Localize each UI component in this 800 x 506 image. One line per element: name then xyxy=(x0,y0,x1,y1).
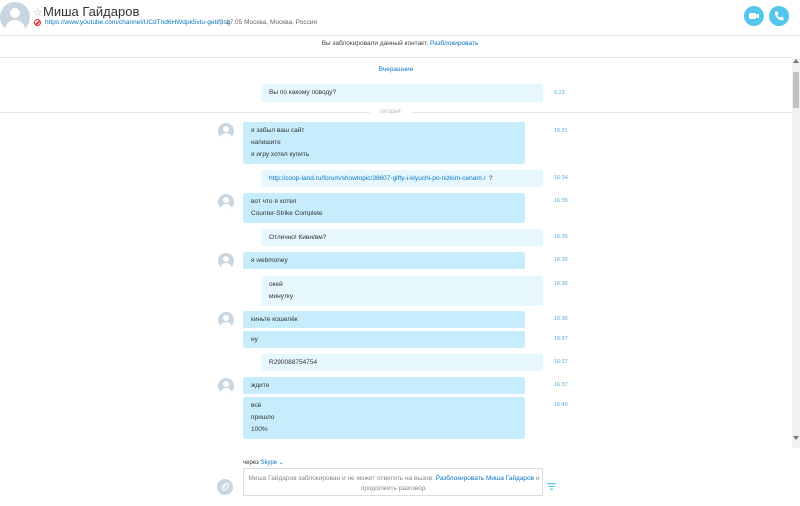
message-bubble-incoming[interactable]: я webmoney xyxy=(243,252,525,269)
sender-avatar[interactable] xyxy=(218,312,234,328)
message-text: пришло xyxy=(251,414,275,421)
call-via-selector[interactable]: через Skype ⌄ xyxy=(243,459,284,466)
message-text: окей xyxy=(269,281,283,288)
sender-avatar[interactable] xyxy=(218,123,234,139)
yesterday-messages-link[interactable]: Вчерашние xyxy=(0,66,792,73)
video-camera-icon xyxy=(749,13,759,19)
message-time: 16:40 xyxy=(554,402,568,408)
sender-avatar[interactable] xyxy=(218,194,234,210)
chat-header: ☆ Миша Гайдаров https://www.youtube.com/… xyxy=(0,0,800,36)
via-skype-link[interactable]: Skype xyxy=(260,460,277,466)
message-text: минутку xyxy=(269,293,294,300)
message-time: 16:35 xyxy=(554,257,568,263)
notice-divider xyxy=(0,57,792,58)
message-text: вот что я хотел xyxy=(251,198,297,205)
message-time: 16:37 xyxy=(554,336,568,342)
favorite-star-icon[interactable]: ☆ xyxy=(33,6,43,19)
message-bubble-outgoing[interactable]: окей минутку xyxy=(261,276,543,306)
mood-message-link[interactable]: https://www.youtube.com/channel/UCdTnd6H… xyxy=(45,19,230,26)
contact-avatar[interactable] xyxy=(0,2,30,32)
sender-avatar[interactable] xyxy=(218,253,234,269)
message-time: 16:31 xyxy=(554,128,568,134)
audio-call-button[interactable] xyxy=(769,6,789,26)
today-divider-label: сегодня xyxy=(376,109,404,115)
message-bubble-incoming[interactable]: вот что я хотел Counter-Strike Complete xyxy=(243,193,525,223)
message-text: R290088754754 xyxy=(269,359,318,366)
unblock-contact-link[interactable]: Разблокировать Миша Гайдаров xyxy=(436,475,534,482)
message-text: ? xyxy=(489,175,493,182)
blocked-notice: Вы заблокировали данный контакт. Разблок… xyxy=(0,40,800,47)
chat-scrollbar[interactable] xyxy=(792,58,800,448)
message-text: ждите xyxy=(251,382,270,389)
message-text: Counter-Strike Complete xyxy=(251,210,323,217)
message-bubble-incoming[interactable]: я забыл ваш сайт напишите я игру хотел к… xyxy=(243,122,525,164)
attach-button[interactable] xyxy=(217,479,233,495)
message-time: 16:35 xyxy=(554,234,568,240)
date-divider-right xyxy=(412,112,792,113)
message-text: всё xyxy=(251,402,262,409)
message-text: Вы по какому поводу? xyxy=(269,89,337,96)
message-text: я игру хотел купить xyxy=(251,151,310,158)
message-text: Отлично! Киви/вм? xyxy=(269,234,327,241)
chevron-down-icon[interactable]: ⌄ xyxy=(279,460,284,466)
message-time: 16:36 xyxy=(554,281,568,287)
contact-name[interactable]: Миша Гайдаров xyxy=(43,4,139,19)
sender-avatar[interactable] xyxy=(218,378,234,394)
mood-separator: | xyxy=(220,19,222,26)
unblock-link[interactable]: Разблокировать xyxy=(430,40,478,47)
message-text: я забыл ваш сайт xyxy=(251,127,305,134)
local-time-location: 17:05 Москва, Москва, Россия xyxy=(226,19,317,26)
message-bubble-incoming[interactable]: всё пришло 100% xyxy=(243,397,525,439)
message-bubble-outgoing[interactable]: Вы по какому поводу? xyxy=(261,84,543,102)
message-input[interactable]: Миша Гайдаров заблокирован и не может от… xyxy=(243,468,543,496)
scroll-up-arrow-icon[interactable] xyxy=(793,59,799,63)
message-bubble-incoming[interactable]: ну xyxy=(243,331,525,348)
date-divider-left xyxy=(0,112,370,113)
blocked-notice-text: Вы заблокировали данный контакт. xyxy=(321,40,429,47)
blocked-status-icon xyxy=(34,19,41,26)
scroll-thumb[interactable] xyxy=(793,72,799,108)
message-bubble-incoming[interactable]: киньте кошелёк xyxy=(243,311,525,328)
blocked-input-text: Миша Гайдаров заблокирован и не может от… xyxy=(248,475,434,482)
message-bubble-outgoing[interactable]: R290088754754 xyxy=(261,354,543,371)
message-text: киньте кошелёк xyxy=(251,316,298,323)
paperclip-icon xyxy=(221,482,230,491)
phone-icon xyxy=(774,11,784,21)
message-time: 16:37 xyxy=(554,359,568,365)
message-bubble-incoming[interactable]: ждите xyxy=(243,377,525,394)
message-text: напишите xyxy=(251,139,281,146)
message-time: 16:35 xyxy=(554,198,568,204)
message-text: http://coop-land.ru/forum/showtopic/3860… xyxy=(269,173,535,185)
filter-options-icon[interactable] xyxy=(547,483,556,490)
message-link[interactable]: http://coop-land.ru/forum/showtopic/3860… xyxy=(269,175,485,182)
message-text: 100% xyxy=(251,426,268,433)
message-text: ну xyxy=(251,336,258,343)
message-time: 16:37 xyxy=(554,382,568,388)
message-text: я webmoney xyxy=(251,257,288,264)
scroll-down-arrow-icon[interactable] xyxy=(793,436,799,440)
message-time: 6:23 xyxy=(554,90,565,96)
blocked-input-message: Миша Гайдаров заблокирован и не может от… xyxy=(244,474,544,494)
message-time: 16:34 xyxy=(554,175,568,181)
message-bubble-outgoing[interactable]: Отлично! Киви/вм? xyxy=(261,229,543,246)
message-bubble-outgoing[interactable]: http://coop-land.ru/forum/showtopic/3860… xyxy=(261,170,543,187)
video-call-button[interactable] xyxy=(744,6,764,26)
message-time: 16:36 xyxy=(554,316,568,322)
via-prefix: через xyxy=(243,460,259,466)
